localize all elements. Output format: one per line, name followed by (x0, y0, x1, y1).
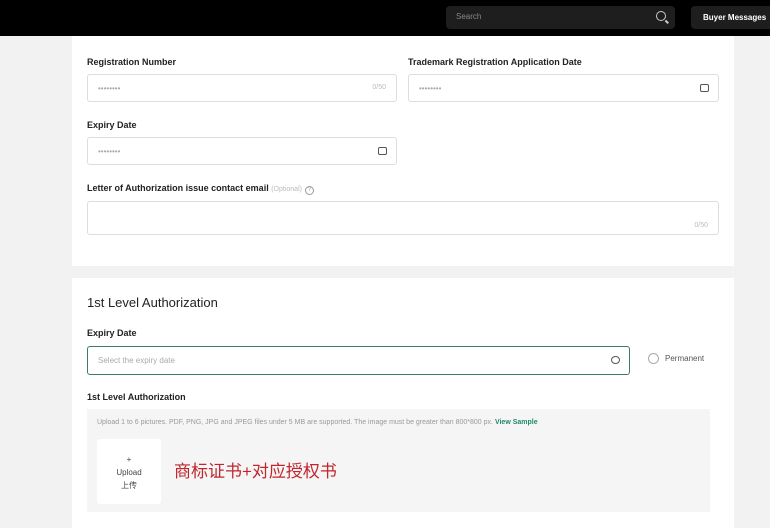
email-label-text: Letter of Authorization issue contact em… (87, 183, 269, 193)
application-date-label: Trademark Registration Application Date (408, 57, 582, 67)
calendar-icon[interactable] (378, 147, 387, 155)
clock-icon[interactable] (611, 356, 620, 364)
auth-expiry-input[interactable]: Select the expiry date (87, 346, 630, 375)
registration-number-label: Registration Number (87, 57, 177, 67)
buyer-messages-button[interactable]: Buyer Messages (691, 6, 770, 29)
permanent-label: Permanent (665, 354, 705, 363)
search-placeholder: Search (456, 12, 482, 21)
upload-text: Upload (116, 468, 142, 477)
expiry-date-value: •••••••• (98, 147, 121, 156)
authorization-card: 1st Level Authorization Expiry Date Sele… (72, 278, 734, 528)
email-label: Letter of Authorization issue contact em… (87, 183, 314, 195)
checkbox-box[interactable] (648, 353, 659, 364)
help-icon[interactable]: ? (304, 186, 314, 195)
section-title: 1st Level Authorization (87, 295, 218, 310)
expiry-date-label: Expiry Date (87, 120, 137, 130)
optional-tag: (Optional) (271, 186, 302, 193)
expiry-date-input[interactable]: •••••••• (87, 137, 397, 165)
view-sample-link[interactable]: View Sample (495, 419, 538, 426)
upload-area: Upload 1 to 6 pictures. PDF, PNG, JPG an… (87, 409, 710, 512)
char-counter: 0/50 (694, 222, 708, 229)
registration-number-input[interactable]: •••••••• 0/50 (87, 74, 397, 102)
upload-hint: Upload 1 to 6 pictures. PDF, PNG, JPG an… (97, 419, 538, 426)
auth-expiry-placeholder: Select the expiry date (98, 356, 175, 365)
upload-label: 1st Level Authorization (87, 392, 186, 402)
upload-text-cn: 上传 (121, 481, 137, 490)
upload-button[interactable]: + Upload 上传 (97, 439, 161, 504)
search-icon[interactable] (656, 11, 666, 21)
upload-hint-text: Upload 1 to 6 pictures. PDF, PNG, JPG an… (97, 419, 493, 426)
email-input[interactable]: 0/50 (87, 201, 719, 235)
application-date-input[interactable]: •••••••• (408, 74, 719, 102)
char-counter: 0/50 (372, 84, 386, 91)
permanent-checkbox[interactable]: Permanent (648, 353, 704, 364)
auth-expiry-label: Expiry Date (87, 328, 137, 338)
registration-number-value: •••••••• (98, 84, 121, 93)
calendar-icon[interactable] (700, 84, 709, 92)
annotation-text: 商标证书+对应授权书 (174, 462, 337, 481)
search-input[interactable]: Search (446, 6, 675, 29)
plus-icon: + (126, 455, 132, 464)
top-bar: Search Buyer Messages (0, 0, 770, 36)
trademark-card: Registration Number •••••••• 0/50 Tradema… (72, 36, 734, 266)
application-date-value: •••••••• (419, 84, 442, 93)
